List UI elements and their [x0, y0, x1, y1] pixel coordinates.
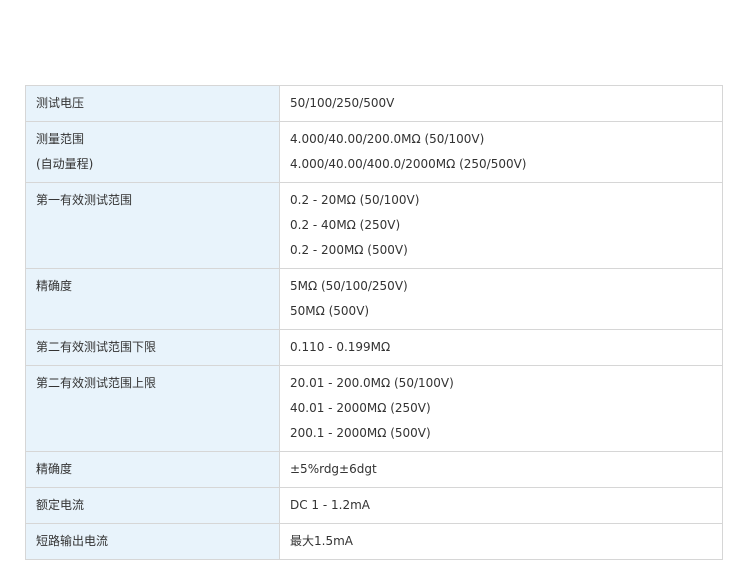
- table-row: 测试电压 50/100/250/500V: [25, 85, 723, 122]
- table-row: 测量范围 (自动量程) 4.000/40.00/200.0MΩ (50/100V…: [25, 121, 723, 183]
- label-line: 精确度: [36, 462, 73, 476]
- spec-value: 4.000/40.00/200.0MΩ (50/100V) 4.000/40.0…: [279, 121, 723, 183]
- spec-label: 测量范围 (自动量程): [25, 121, 280, 183]
- value-line: 最大1.5mA: [290, 534, 353, 548]
- table-row: 额定电流 DC 1 - 1.2mA: [25, 487, 723, 524]
- table-row: 第二有效测试范围下限 0.110 - 0.199MΩ: [25, 329, 723, 366]
- spec-value: ±5%rdg±6dgt: [279, 451, 723, 488]
- value-line: 4.000/40.00/400.0/2000MΩ (250/500V): [290, 157, 527, 171]
- value-line: 5MΩ (50/100/250V): [290, 279, 408, 293]
- value-line: 0.2 - 200MΩ (500V): [290, 243, 408, 257]
- label-line: 额定电流: [36, 498, 85, 512]
- value-line: 50/100/250/500V: [290, 96, 395, 110]
- spec-value: 20.01 - 200.0MΩ (50/100V) 40.01 - 2000MΩ…: [279, 365, 723, 452]
- spec-label: 精确度: [25, 268, 280, 330]
- spec-label: 测试电压: [25, 85, 280, 122]
- label-line: 测试电压: [36, 96, 85, 110]
- spec-value: DC 1 - 1.2mA: [279, 487, 723, 524]
- label-line: 第一有效测试范围: [36, 193, 133, 207]
- spec-label: 第二有效测试范围上限: [25, 365, 280, 452]
- spec-label: 第一有效测试范围: [25, 182, 280, 269]
- label-line: 短路输出电流: [36, 534, 109, 548]
- spec-value: 最大1.5mA: [279, 523, 723, 560]
- table-row: 精确度 5MΩ (50/100/250V) 50MΩ (500V): [25, 268, 723, 330]
- spec-value: 0.2 - 20MΩ (50/100V) 0.2 - 40MΩ (250V) 0…: [279, 182, 723, 269]
- spec-label: 额定电流: [25, 487, 280, 524]
- label-line: 第二有效测试范围上限: [36, 376, 157, 390]
- spec-value: 50/100/250/500V: [279, 85, 723, 122]
- table-row: 第二有效测试范围上限 20.01 - 200.0MΩ (50/100V) 40.…: [25, 365, 723, 452]
- table-row: 精确度 ±5%rdg±6dgt: [25, 451, 723, 488]
- value-line: 0.2 - 40MΩ (250V): [290, 218, 401, 232]
- value-line: 50MΩ (500V): [290, 304, 370, 318]
- value-line: 40.01 - 2000MΩ (250V): [290, 401, 431, 415]
- value-line: DC 1 - 1.2mA: [290, 498, 371, 512]
- spec-value: 5MΩ (50/100/250V) 50MΩ (500V): [279, 268, 723, 330]
- value-line: 0.110 - 0.199MΩ: [290, 340, 391, 354]
- value-line: ±5%rdg±6dgt: [290, 462, 377, 476]
- table-row: 第一有效测试范围 0.2 - 20MΩ (50/100V) 0.2 - 40MΩ…: [25, 182, 723, 269]
- value-line: 0.2 - 20MΩ (50/100V): [290, 193, 420, 207]
- label-line: 测量范围: [36, 132, 85, 146]
- spec-label: 精确度: [25, 451, 280, 488]
- label-line: 第二有效测试范围下限: [36, 340, 157, 354]
- spec-value: 0.110 - 0.199MΩ: [279, 329, 723, 366]
- spec-label: 第二有效测试范围下限: [25, 329, 280, 366]
- value-line: 20.01 - 200.0MΩ (50/100V): [290, 376, 454, 390]
- label-line: (自动量程): [36, 157, 94, 171]
- label-line: 精确度: [36, 279, 73, 293]
- spec-label: 短路输出电流: [25, 523, 280, 560]
- value-line: 200.1 - 2000MΩ (500V): [290, 426, 431, 440]
- value-line: 4.000/40.00/200.0MΩ (50/100V): [290, 132, 485, 146]
- spec-table: 测试电压 50/100/250/500V 测量范围 (自动量程) 4.000/4…: [25, 85, 723, 560]
- table-row: 短路输出电流 最大1.5mA: [25, 523, 723, 560]
